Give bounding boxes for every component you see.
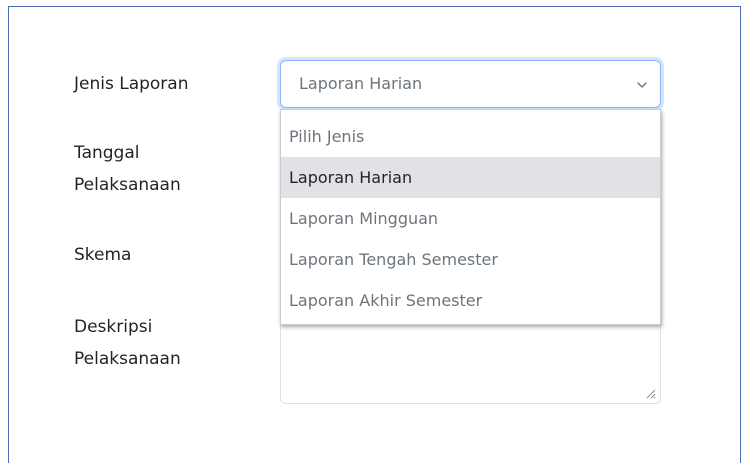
option-laporan-akhir-semester[interactable]: Laporan Akhir Semester bbox=[281, 280, 660, 321]
jenis-laporan-dropdown-list: Pilih Jenis Laporan Harian Laporan Mingg… bbox=[280, 109, 661, 325]
option-laporan-harian[interactable]: Laporan Harian bbox=[281, 157, 660, 198]
option-laporan-mingguan[interactable]: Laporan Mingguan bbox=[281, 198, 660, 239]
jenis-laporan-label: Jenis Laporan bbox=[74, 74, 189, 94]
tanggal-pelaksanaan-label: Tanggal Pelaksanaan bbox=[74, 143, 181, 195]
jenis-laporan-selected-value: Laporan Harian bbox=[299, 74, 423, 93]
resize-grip-icon[interactable] bbox=[644, 387, 656, 399]
deskripsi-pelaksanaan-label: Deskripsi Pelaksanaan bbox=[74, 317, 181, 369]
option-laporan-tengah-semester[interactable]: Laporan Tengah Semester bbox=[281, 239, 660, 280]
deskripsi-pelaksanaan-textarea[interactable] bbox=[280, 318, 661, 404]
chevron-down-icon bbox=[637, 82, 647, 88]
skema-label: Skema bbox=[74, 245, 132, 265]
option-pilih-jenis[interactable]: Pilih Jenis bbox=[281, 116, 660, 157]
jenis-laporan-select[interactable]: Laporan Harian bbox=[280, 60, 661, 108]
